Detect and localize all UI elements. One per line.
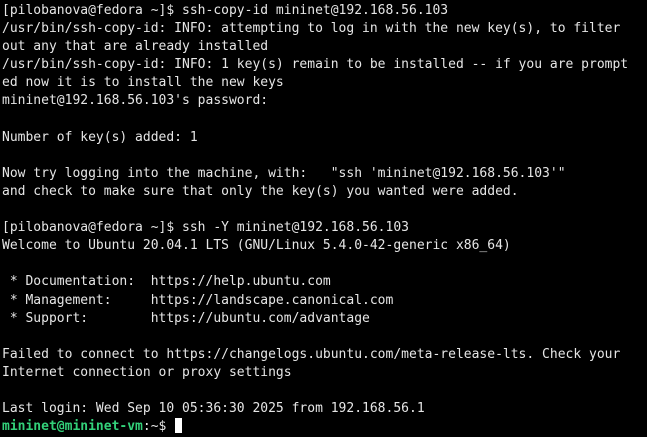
terminal-line: mininet@192.168.56.103's password: (2, 93, 269, 109)
prompt-separator: : (142, 419, 151, 435)
terminal-line: Internet connection or proxy settings (2, 364, 292, 380)
terminal-line: Failed to connect to https://changelogs.… (2, 346, 621, 362)
terminal-line: out any that are already installed (2, 39, 269, 55)
terminal-line: Welcome to Ubuntu 20.04.1 LTS (GNU/Linux… (2, 238, 511, 254)
terminal-line: and check to make sure that only the key… (2, 183, 519, 199)
terminal-line: [pilobanova@fedora ~]$ ssh -Y mininet@19… (2, 220, 409, 236)
terminal-line: * Management: https://landscape.canonica… (2, 292, 394, 308)
shell-prompt[interactable]: mininet@mininet-vm:~$ (2, 418, 647, 436)
text-cursor (175, 418, 183, 434)
terminal-line: * Documentation: https://help.ubuntu.com (2, 274, 331, 290)
terminal-line: /usr/bin/ssh-copy-id: INFO: attempting t… (2, 21, 621, 37)
terminal-line: /usr/bin/ssh-copy-id: INFO: 1 key(s) rem… (2, 57, 629, 73)
terminal-line: * Support: https://ubuntu.com/advantage (2, 310, 370, 326)
terminal-line: [pilobanova@fedora ~]$ ssh-copy-id minin… (2, 3, 449, 18)
terminal-line: ed now it is to install the new keys (2, 75, 284, 91)
terminal-line: Number of key(s) added: 1 (2, 129, 198, 145)
prompt-path: ~$ (150, 419, 175, 435)
terminal-line: Last login: Wed Sep 10 05:36:30 2025 fro… (2, 401, 425, 417)
terminal-window[interactable]: [pilobanova@fedora ~]$ ssh-copy-id minin… (0, 0, 647, 437)
terminal-line: Now try logging into the machine, with: … (2, 165, 566, 181)
prompt-user-host: mininet@mininet-vm (2, 419, 143, 435)
